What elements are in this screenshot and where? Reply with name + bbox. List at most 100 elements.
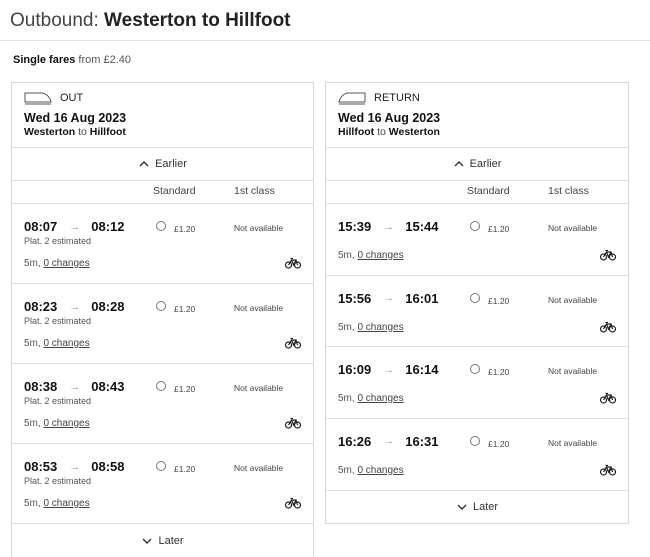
standard-fare-radio[interactable] <box>156 381 166 391</box>
outbound-later-button[interactable]: Later <box>12 524 313 557</box>
page-title-direction: Outbound: <box>10 10 99 31</box>
outbound-journey-row[interactable]: 08:23 → 08:28 Plat. 2 estimated 5m, 0 ch… <box>12 284 313 364</box>
return-col-standard: Standard <box>467 185 510 197</box>
journey-times: 15:39 → 15:44 <box>338 219 439 234</box>
outbound-route: Westerton to Hillfoot <box>24 126 301 138</box>
return-journey-row[interactable]: 16:09 → 16:14 5m, 0 changes £1.20 Not av… <box>326 347 628 419</box>
standard-fare-radio[interactable] <box>470 364 480 374</box>
return-to-word: to <box>377 126 386 138</box>
standard-fare-radio[interactable] <box>470 221 480 231</box>
arrive-time: 15:44 <box>405 219 439 234</box>
arrive-time: 16:31 <box>405 433 439 449</box>
outbound-journey-row[interactable]: 08:38 → 08:43 Plat. 2 estimated 5m, 0 ch… <box>12 364 313 444</box>
return-earlier-button[interactable]: Earlier <box>326 148 628 181</box>
train-icon <box>24 92 52 104</box>
depart-time: 08:23 <box>24 299 58 314</box>
first-class-status: Not available <box>548 366 598 376</box>
arrow-right-icon: → <box>69 380 81 393</box>
depart-time: 15:56 <box>338 290 372 306</box>
return-route: Hillfoot to Westerton <box>338 126 616 138</box>
first-class-status: Not available <box>234 383 284 393</box>
outbound-earlier-button[interactable]: Earlier <box>12 148 313 181</box>
return-panel-header: RETURN Wed 16 Aug 2023 Hillfoot to Weste… <box>326 83 628 148</box>
outbound-later-label: Later <box>158 534 184 547</box>
bicycle-icon <box>600 464 616 476</box>
return-later-label: Later <box>472 501 499 513</box>
outbound-journey-row[interactable]: 08:53 → 08:58 Plat. 2 estimated 5m, 0 ch… <box>12 444 313 524</box>
fares-note: Single fares from £2.40 <box>13 54 131 66</box>
page-title-route: Westerton to Hillfoot <box>104 10 291 31</box>
duration-text: 5m, <box>24 418 41 429</box>
standard-fare-price: £1.20 <box>174 304 196 314</box>
outbound-destination: Hillfoot <box>89 126 126 138</box>
arrive-time: 08:58 <box>91 459 125 474</box>
depart-time: 16:26 <box>338 433 372 449</box>
arrive-time: 08:43 <box>91 379 125 394</box>
standard-fare-price: £1.20 <box>174 464 196 474</box>
chevron-down-icon <box>457 504 467 510</box>
changes-link[interactable]: 0 changes <box>357 393 403 404</box>
chevron-down-icon <box>142 538 152 544</box>
arrow-right-icon: → <box>69 460 81 473</box>
journey-duration: 5m, 0 changes <box>24 258 90 269</box>
changes-link[interactable]: 0 changes <box>43 338 89 349</box>
standard-fare-radio[interactable] <box>156 461 166 471</box>
bicycle-icon <box>285 257 301 269</box>
return-journey-row[interactable]: 15:56 → 16:01 5m, 0 changes £1.20 Not av… <box>326 276 628 347</box>
journey-times: 08:53 → 08:58 <box>24 459 125 474</box>
page-title: Outbound: Westerton to Hillfoot <box>10 10 291 32</box>
first-class-status: Not available <box>548 294 598 305</box>
arrow-right-icon: → <box>69 220 81 233</box>
bicycle-icon <box>285 417 301 429</box>
bicycle-icon <box>285 337 301 349</box>
chevron-up-icon <box>454 161 464 167</box>
standard-fare-price: £1.20 <box>488 438 510 449</box>
journey-duration: 5m, 0 changes <box>338 250 404 261</box>
journey-times: 08:23 → 08:28 <box>24 299 125 314</box>
standard-fare-radio[interactable] <box>156 301 166 311</box>
return-journey-row[interactable]: 15:39 → 15:44 5m, 0 changes £1.20 Not av… <box>326 204 628 276</box>
arrive-time: 16:14 <box>405 362 439 377</box>
journey-duration: 5m, 0 changes <box>338 465 404 476</box>
arrow-right-icon: → <box>383 435 395 447</box>
first-class-status: Not available <box>548 437 598 448</box>
journey-duration: 5m, 0 changes <box>24 338 90 349</box>
changes-link[interactable]: 0 changes <box>43 258 89 269</box>
return-journey-row[interactable]: 16:26 → 16:31 5m, 0 changes £1.20 Not av… <box>326 419 628 491</box>
journey-duration: 5m, 0 changes <box>24 498 90 509</box>
outbound-journey-row[interactable]: 08:07 → 08:12 Plat. 2 estimated 5m, 0 ch… <box>12 204 313 284</box>
changes-link[interactable]: 0 changes <box>43 418 89 429</box>
outbound-column-headers: Standard 1st class <box>12 181 313 204</box>
first-class-status: Not available <box>234 303 284 313</box>
platform-info: Plat. 2 estimated <box>24 236 92 246</box>
depart-time: 08:07 <box>24 219 58 234</box>
changes-link[interactable]: 0 changes <box>357 322 403 333</box>
return-column-headers: Standard 1st class <box>326 181 628 204</box>
outbound-col-standard: Standard <box>153 185 196 197</box>
outbound-earlier-label: Earlier <box>155 158 187 170</box>
journey-times: 08:07 → 08:12 <box>24 219 125 234</box>
duration-text: 5m, <box>24 498 41 509</box>
train-icon <box>338 92 366 104</box>
outbound-to-word: to <box>78 126 87 138</box>
standard-fare-price: £1.20 <box>174 224 196 234</box>
return-direction-label: RETURN <box>374 91 420 104</box>
standard-fare-price: £1.20 <box>174 384 196 394</box>
bicycle-icon <box>285 497 301 509</box>
standard-fare-radio[interactable] <box>470 292 480 303</box>
arrow-right-icon: → <box>383 220 395 233</box>
changes-link[interactable]: 0 changes <box>357 250 403 261</box>
bicycle-icon <box>600 249 616 261</box>
return-destination: Westerton <box>388 126 440 138</box>
return-later-button[interactable]: Later <box>326 490 628 523</box>
journey-times: 16:09 → 16:14 <box>338 362 439 377</box>
return-origin: Hillfoot <box>338 126 375 138</box>
outbound-panel: OUT Wed 16 Aug 2023 Westerton to Hillfoo… <box>11 82 314 557</box>
standard-fare-radio[interactable] <box>470 435 480 446</box>
changes-link[interactable]: 0 changes <box>357 465 403 476</box>
first-class-status: Not available <box>234 223 284 233</box>
journey-duration: 5m, 0 changes <box>338 322 404 333</box>
standard-fare-radio[interactable] <box>156 221 166 231</box>
duration-text: 5m, <box>24 338 41 349</box>
changes-link[interactable]: 0 changes <box>43 498 89 509</box>
